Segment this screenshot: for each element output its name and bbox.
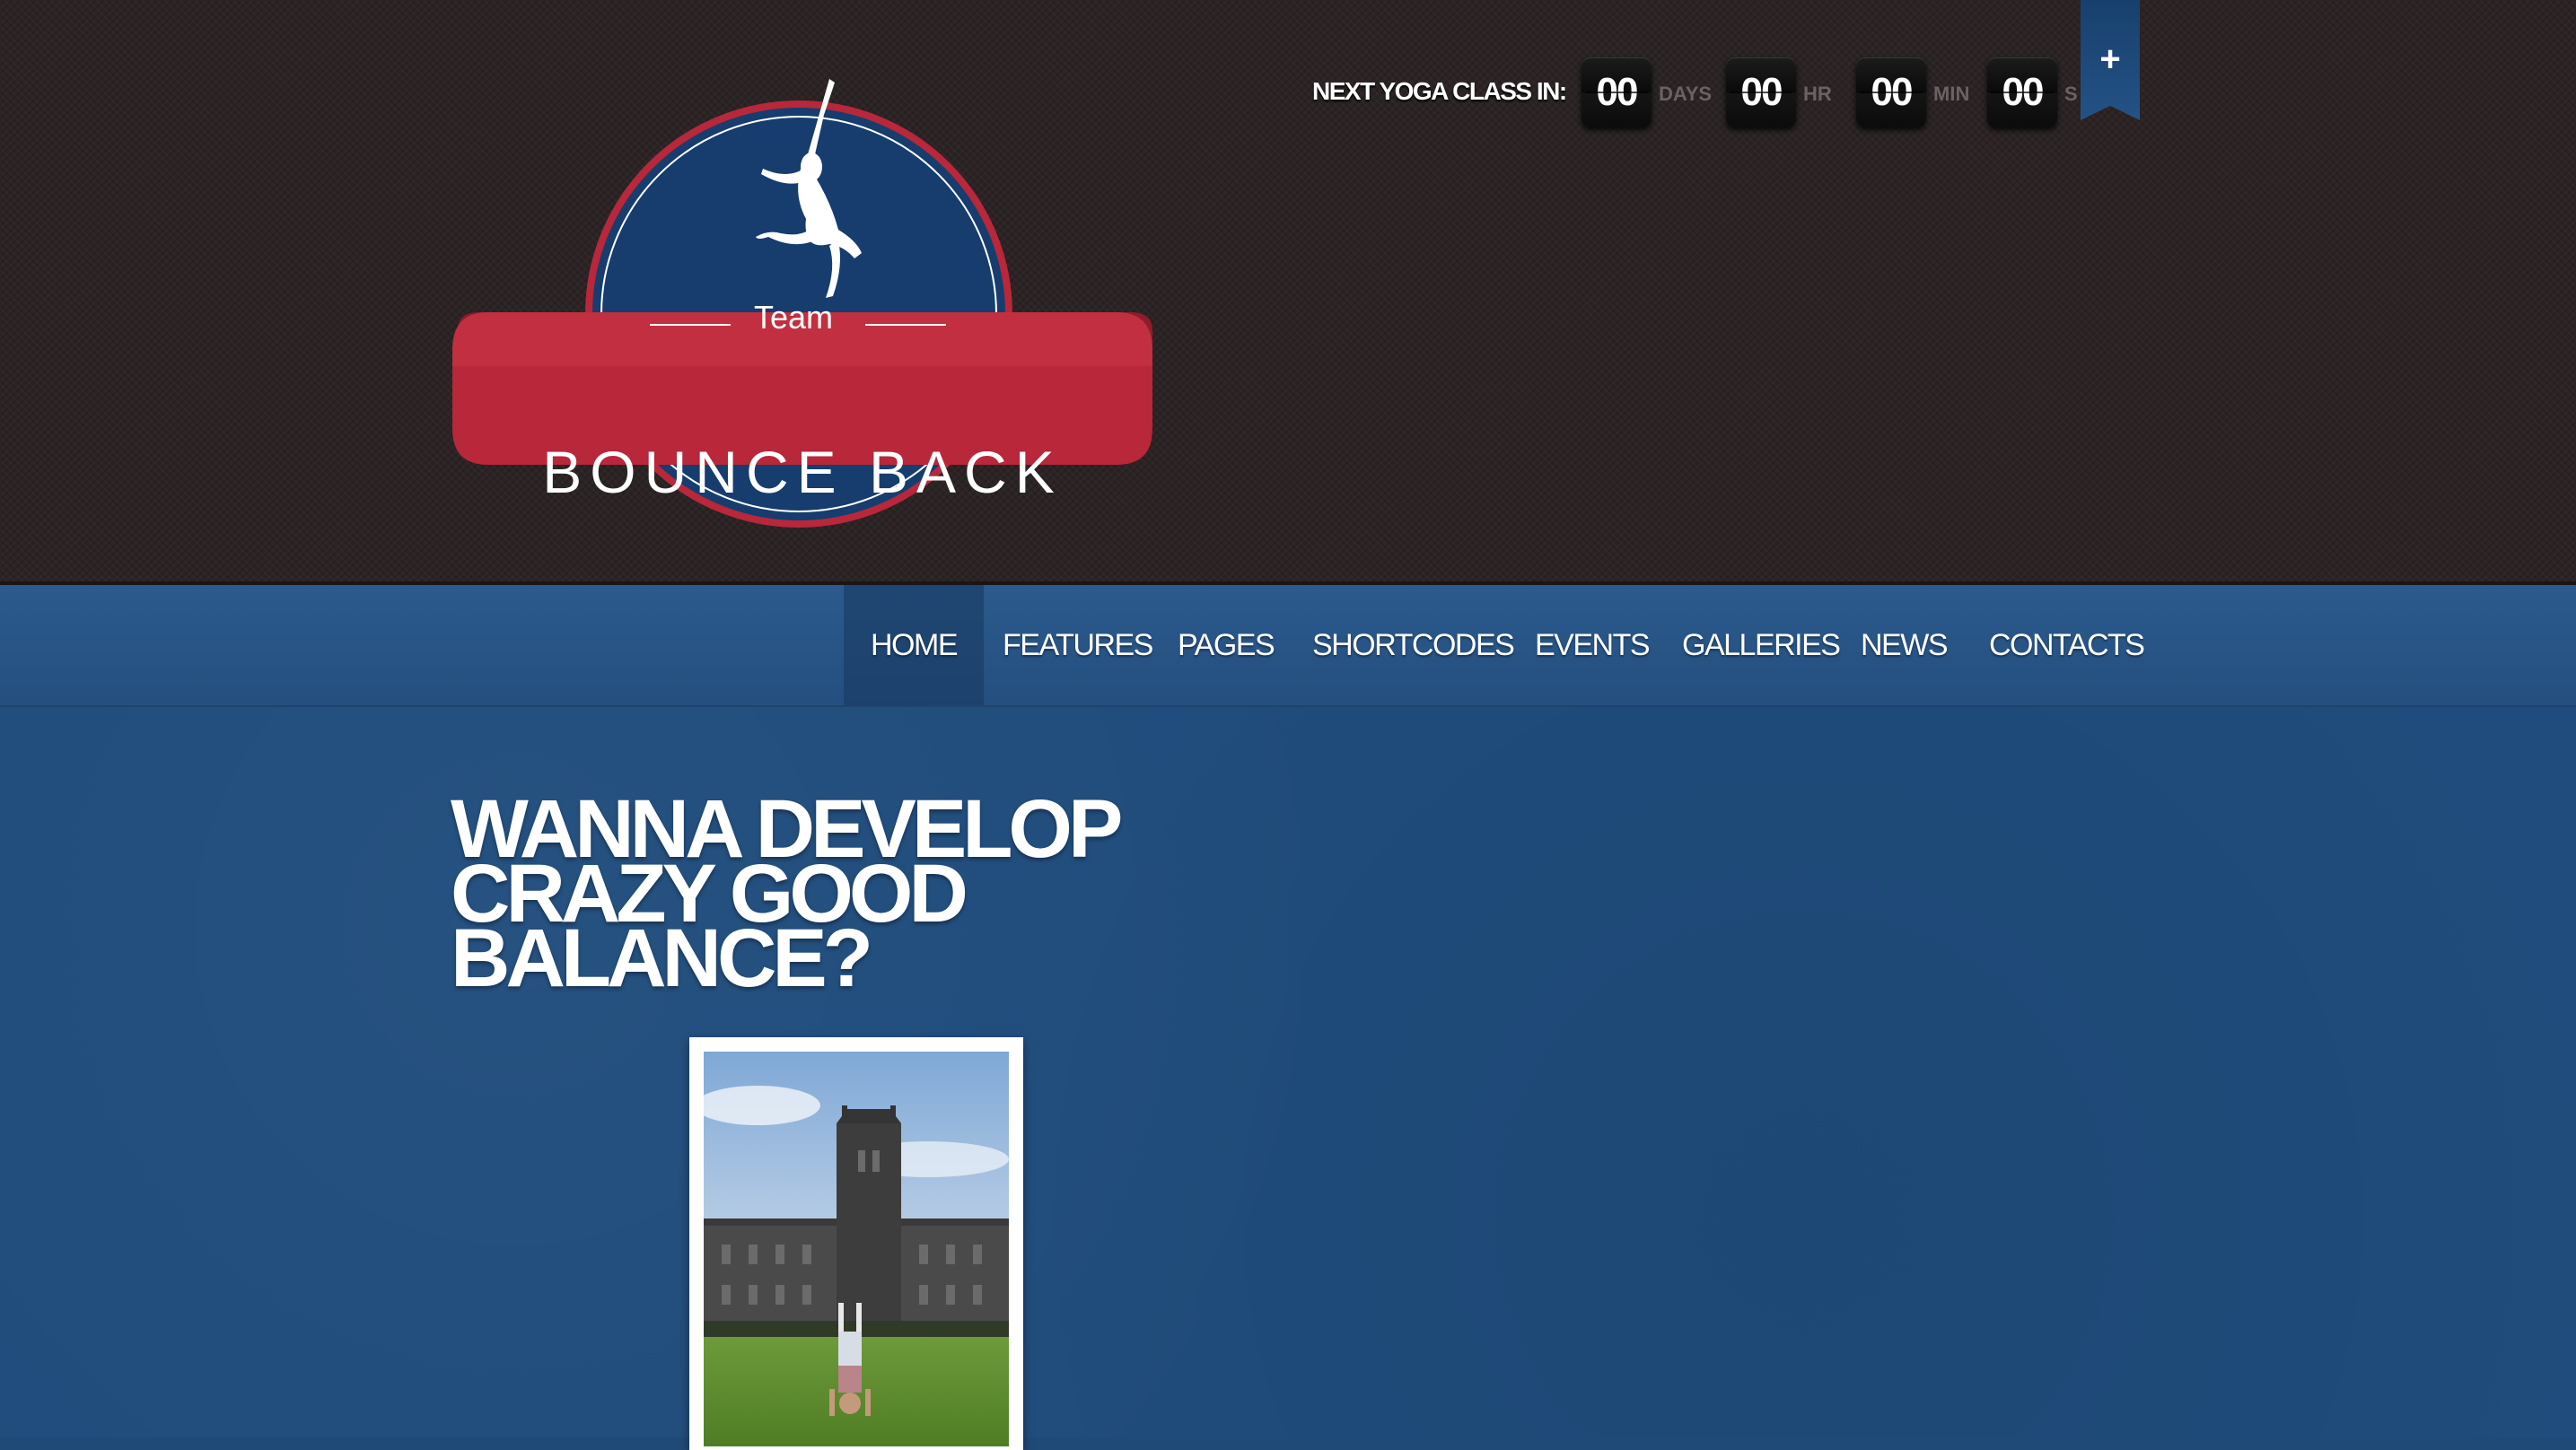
featured-photo-frame[interactable] [689,1037,1023,1450]
main-content: WANNA DEVELOP CRAZY GOOD BALANCE? [0,707,2576,1450]
site-logo[interactable]: Team BOUNCE BACK [452,61,1152,537]
nav-item-home[interactable]: HOME [844,585,984,705]
logo-team-text: Team [753,299,834,336]
countdown-days: 00 [1582,57,1652,127]
countdown-label: NEXT YOGA CLASS IN: [1312,77,1567,105]
toggle-panel-ribbon[interactable]: + [2081,0,2140,120]
nav-item-shortcodes[interactable]: SHORTCODES [1312,585,1515,705]
nav-item-pages[interactable]: PAGES [1178,585,1275,705]
nav-item-features[interactable]: FEATURES [1003,585,1153,705]
countdown-hours: 00 [1726,57,1796,127]
countdown-seconds-unit: S [2064,83,2078,105]
page-headline: WANNA DEVELOP CRAZY GOOD BALANCE? [451,788,1123,1004]
handstand-photo-image [704,1052,1009,1446]
nav-item-contacts[interactable]: CONTACTS [1989,585,2145,705]
site-header: NEXT YOGA CLASS IN: 00 DAYS 00 HR 00 MIN… [0,0,2576,583]
logo-name-text: BOUNCE BACK [542,439,1063,505]
nav-item-news[interactable]: NEWS [1861,585,1949,705]
headline-line-3: BALANCE? [451,913,873,1004]
countdown-hours-unit: HR [1803,83,1832,105]
main-nav: HOME FEATURES PAGES SHORTCODES EVENTS GA… [0,585,2576,707]
countdown-minutes-unit: MIN [1933,83,1970,105]
countdown-minutes: 00 [1856,57,1926,127]
countdown-days-unit: DAYS [1659,83,1713,105]
featured-photo [704,1052,1009,1446]
countdown-seconds: 00 [1987,57,2057,127]
nav-item-events[interactable]: EVENTS [1535,585,1651,705]
plus-icon: + [2099,39,2121,79]
nav-item-galleries[interactable]: GALLERIES [1682,585,1841,705]
